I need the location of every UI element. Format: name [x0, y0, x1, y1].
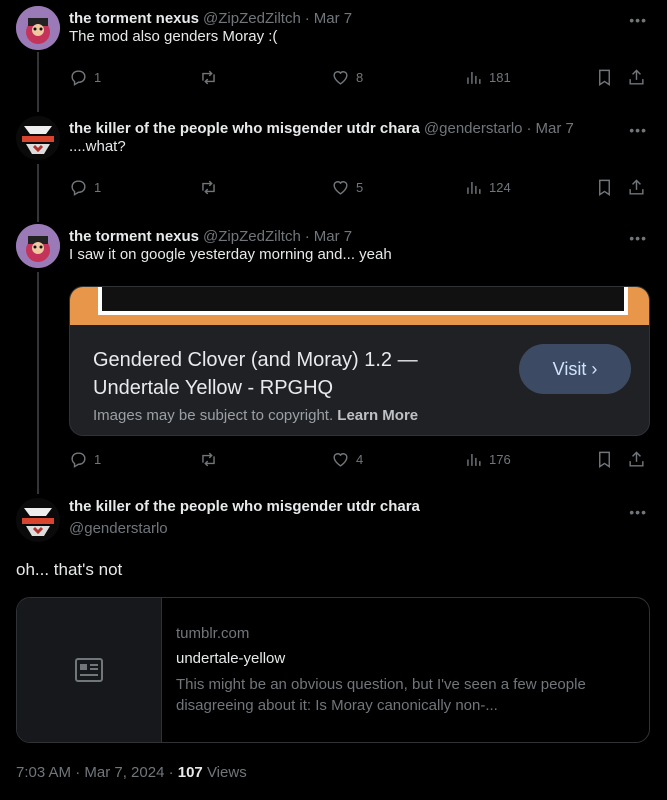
- copyright-note: Images may be subject to copyright. Lear…: [93, 407, 418, 424]
- views-icon: [467, 71, 481, 84]
- share-button[interactable]: [627, 450, 652, 469]
- user-handle[interactable]: @genderstarlo: [69, 520, 168, 537]
- tweet-date[interactable]: Mar 7: [314, 10, 352, 27]
- card-image-content: [98, 287, 628, 315]
- action-bar: 1 4 176: [69, 450, 659, 472]
- action-bar: 1 5 124: [69, 178, 659, 200]
- action-bar: 1 8 181: [69, 68, 659, 90]
- view-count: 124: [489, 180, 511, 195]
- tweet[interactable]: the killer of the people who misgender u…: [0, 116, 667, 206]
- retweet-icon: [202, 180, 215, 195]
- tweet[interactable]: the torment nexus @ZipZedZiltch · Mar 7 …: [0, 224, 667, 480]
- avatar[interactable]: [16, 498, 60, 542]
- share-button[interactable]: [627, 178, 652, 197]
- share-icon: [629, 69, 644, 85]
- retweet-button[interactable]: [199, 178, 224, 197]
- bookmark-button[interactable]: [595, 68, 620, 87]
- like-button[interactable]: 4: [331, 450, 363, 469]
- tweet-date[interactable]: Mar 7: [536, 120, 574, 137]
- display-name[interactable]: the killer of the people who misgender u…: [69, 120, 420, 137]
- card-title[interactable]: Gendered Clover (and Moray) 1.2 — Undert…: [93, 346, 493, 402]
- user-handle[interactable]: @genderstarlo: [424, 120, 523, 137]
- link-thumbnail: [17, 598, 162, 742]
- reply-icon: [71, 180, 86, 196]
- link-preview-card[interactable]: tumblr.com undertale-yellow This might b…: [16, 597, 650, 743]
- tweet-date[interactable]: Mar 7: [314, 228, 352, 245]
- reply-button[interactable]: 1: [69, 178, 101, 197]
- link-domain: tumblr.com: [176, 625, 250, 642]
- more-options-icon[interactable]: •••: [629, 122, 647, 138]
- avatar[interactable]: [16, 116, 60, 160]
- tweet-text: ....what?: [69, 138, 126, 155]
- bookmark-icon: [599, 69, 610, 86]
- separator: ·: [526, 119, 532, 137]
- user-handle[interactable]: @ZipZedZiltch: [203, 10, 301, 27]
- article-icon: [75, 658, 103, 682]
- heart-icon: [333, 181, 348, 195]
- tweet-text: The mod also genders Moray :(: [69, 28, 278, 45]
- views-icon: [467, 181, 481, 194]
- link-title[interactable]: undertale-yellow: [176, 650, 285, 667]
- more-options-icon[interactable]: •••: [629, 230, 647, 246]
- like-count: 5: [356, 180, 364, 195]
- share-icon: [629, 451, 644, 467]
- reply-button[interactable]: 1: [69, 450, 101, 469]
- reply-count: 1: [94, 452, 102, 467]
- views-count: 107: [177, 764, 203, 781]
- retweet-icon: [202, 70, 215, 85]
- link-description: This might be an obvious question, but I…: [176, 676, 586, 714]
- views-button[interactable]: 124: [464, 178, 511, 197]
- share-button[interactable]: [627, 68, 652, 87]
- bookmark-icon: [599, 179, 610, 196]
- bookmark-icon: [599, 451, 610, 468]
- avatar[interactable]: [16, 224, 60, 268]
- reply-count: 1: [94, 70, 102, 85]
- avatar[interactable]: [16, 6, 60, 50]
- user-handle[interactable]: @ZipZedZiltch: [203, 228, 301, 245]
- visit-button[interactable]: Visit ›: [519, 344, 631, 394]
- tweet-text: oh... that's not: [16, 560, 123, 579]
- heart-icon: [333, 71, 348, 85]
- share-icon: [629, 179, 644, 195]
- display-name[interactable]: the torment nexus: [69, 228, 199, 245]
- separator: ·: [304, 227, 310, 245]
- image-card[interactable]: Gendered Clover (and Moray) 1.2 — Undert…: [69, 286, 650, 436]
- heart-icon: [333, 453, 348, 467]
- tweet-header: the torment nexus @ZipZedZiltch · Mar 7: [69, 6, 627, 30]
- like-count: 8: [356, 70, 364, 85]
- reply-button[interactable]: 1: [69, 68, 101, 87]
- bookmark-button[interactable]: [595, 178, 620, 197]
- more-options-icon[interactable]: •••: [629, 504, 647, 520]
- view-count: 181: [489, 70, 511, 85]
- display-name[interactable]: the killer of the people who misgender u…: [69, 498, 420, 515]
- tweet-header: the killer of the people who misgender u…: [69, 116, 627, 140]
- bookmark-button[interactable]: [595, 450, 620, 469]
- like-button[interactable]: 8: [331, 68, 363, 87]
- separator: ·: [304, 9, 310, 27]
- views-label: Views: [206, 764, 247, 781]
- learn-more-link[interactable]: Learn More: [337, 407, 418, 424]
- like-count: 4: [356, 452, 364, 467]
- card-image: [70, 287, 649, 325]
- views-button[interactable]: 176: [464, 450, 511, 469]
- reply-icon: [71, 70, 86, 86]
- retweet-button[interactable]: [199, 68, 224, 87]
- more-options-icon[interactable]: •••: [629, 12, 647, 28]
- reply-count: 1: [94, 180, 102, 195]
- tweet-text: I saw it on google yesterday morning and…: [69, 246, 392, 263]
- main-tweet: the killer of the people who misgender u…: [0, 498, 667, 798]
- tweet-metadata: 7:03 AM · Mar 7, 2024 · 107 Views: [16, 764, 247, 781]
- copyright-text: Images may be subject to copyright.: [93, 407, 334, 424]
- like-button[interactable]: 5: [331, 178, 363, 197]
- tweet-timestamp[interactable]: 7:03 AM · Mar 7, 2024 ·: [16, 764, 174, 781]
- tweet-header: the torment nexus @ZipZedZiltch · Mar 7: [69, 224, 627, 248]
- display-name[interactable]: the torment nexus: [69, 10, 199, 27]
- retweet-button[interactable]: [199, 450, 224, 469]
- tweet[interactable]: the torment nexus @ZipZedZiltch · Mar 7 …: [0, 6, 667, 96]
- retweet-icon: [202, 452, 215, 467]
- views-button[interactable]: 181: [464, 68, 511, 87]
- view-count: 176: [489, 452, 511, 467]
- reply-icon: [71, 452, 86, 468]
- views-icon: [467, 453, 481, 466]
